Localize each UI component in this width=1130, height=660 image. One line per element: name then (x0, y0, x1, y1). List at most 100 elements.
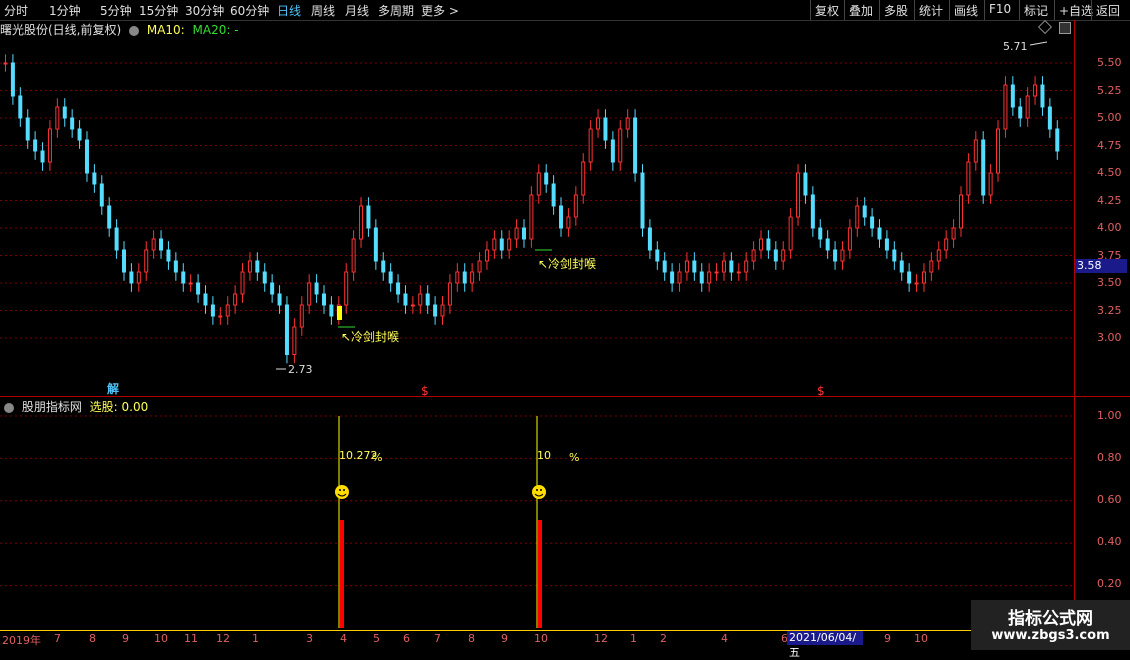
candle-body (225, 304, 230, 317)
signal-bar-1 (340, 520, 344, 628)
tab-5min[interactable]: 5分钟 (100, 2, 132, 19)
ma10-label: MA10: (146, 23, 185, 37)
tab-30min[interactable]: 30分钟 (185, 2, 224, 19)
candle-body (944, 238, 949, 251)
price-tick: 3.00 (1097, 331, 1122, 344)
dropdown-icon[interactable] (4, 402, 14, 413)
candle-body (707, 271, 712, 284)
candle-body (292, 326, 297, 355)
window-toggle-icon[interactable] (1059, 22, 1071, 34)
candle-body (699, 271, 704, 284)
candle-body (966, 161, 971, 196)
indicator-chart[interactable]: 10.272 % 10 % (0, 412, 1074, 630)
stats-button[interactable]: 统计 (914, 0, 947, 20)
candle-body (1025, 95, 1030, 119)
tab-daily[interactable]: 日线 (277, 2, 301, 19)
tab-60min[interactable]: 60分钟 (230, 2, 269, 19)
candle-body (321, 293, 326, 306)
high-price-label: 5.71 (1003, 40, 1028, 53)
candle-body (77, 128, 82, 141)
multi-stock-button[interactable]: 多股 (879, 0, 912, 20)
signal-pct-2: % (569, 451, 579, 464)
tab-multi-period[interactable]: 多周期 (378, 2, 414, 19)
tab-more[interactable]: 更多 > (421, 2, 459, 19)
f10-button[interactable]: F10 (984, 0, 1015, 20)
candle-body (425, 293, 430, 306)
candle-body (514, 227, 519, 240)
indicator-tick: 0.40 (1097, 535, 1122, 548)
candle-body (1033, 84, 1038, 97)
candle-body (981, 139, 986, 196)
candle-body (951, 227, 956, 240)
candle-body (344, 271, 349, 306)
candle-body (129, 271, 134, 284)
candle-body (410, 304, 415, 307)
indicator-tick: 0.20 (1097, 577, 1122, 590)
candle-body (55, 106, 60, 130)
candle-body (862, 205, 867, 218)
date-tick: 12 (594, 632, 608, 645)
price-tick: 4.50 (1097, 166, 1122, 179)
candle-body (521, 227, 526, 240)
candle-body (159, 238, 164, 251)
candle-body (618, 128, 623, 163)
overlay-button[interactable]: 叠加 (844, 0, 877, 20)
date-tick: 11 (184, 632, 198, 645)
back-button[interactable]: 返回 (1091, 0, 1124, 20)
tab-monthly[interactable]: 月线 (345, 2, 369, 19)
low-price-label: 2.73 (288, 363, 313, 376)
candle-body (462, 271, 467, 284)
period-toolbar: 分时 1分钟 5分钟 15分钟 30分钟 60分钟 日线 周线 月线 多周期 更… (0, 0, 1130, 21)
candle-body (470, 271, 475, 284)
price-gridlines (0, 62, 1074, 339)
tab-1min[interactable]: 1分钟 (49, 2, 81, 19)
date-tick: 4 (721, 632, 728, 645)
diamond-icon[interactable] (1037, 19, 1053, 35)
candle-body (855, 205, 860, 229)
draw-button[interactable]: 画线 (949, 0, 982, 20)
tab-intraday[interactable]: 分时 (4, 2, 28, 19)
tab-15min[interactable]: 15分钟 (139, 2, 178, 19)
candle-body (714, 271, 719, 274)
candle-body (455, 271, 460, 284)
mark-button[interactable]: 标记 (1019, 0, 1052, 20)
candle-body (1003, 84, 1008, 130)
candle-body (181, 271, 186, 284)
candle-body (810, 194, 815, 229)
adjust-button[interactable]: 复权 (810, 0, 843, 20)
candle-body (136, 271, 141, 284)
date-tick: 4 (340, 632, 347, 645)
candle-body (1047, 106, 1052, 130)
date-tick: 8 (89, 632, 96, 645)
candle-body (655, 249, 660, 262)
candle-body (477, 260, 482, 273)
candle-body (773, 249, 778, 262)
candle-body (47, 128, 52, 163)
price-tick: 5.00 (1097, 111, 1122, 124)
candle-body (766, 238, 771, 251)
dropdown-icon[interactable] (129, 25, 140, 36)
candle-body (492, 238, 497, 251)
main-chart-header: 曙光股份(日线,前复权) MA10: MA20: - (0, 21, 239, 37)
current-price-badge: 3.58 (1075, 259, 1127, 273)
candle-body (114, 227, 119, 251)
date-tick: 9 (501, 632, 508, 645)
price-tick: 4.75 (1097, 139, 1122, 152)
candle-body (210, 304, 215, 317)
tab-weekly[interactable]: 周线 (311, 2, 335, 19)
candle-body (736, 271, 741, 274)
candles (3, 54, 1060, 364)
watermark: 指标公式网 www.zbgs3.com (971, 600, 1130, 650)
dividend-marker-2: $ (817, 384, 825, 396)
candle-body (203, 293, 208, 306)
candle-body (833, 249, 838, 262)
candle-body (255, 260, 260, 273)
candle-body (729, 260, 734, 273)
date-tick: 2 (660, 632, 667, 645)
price-tick: 3.50 (1097, 276, 1122, 289)
price-tick: 5.50 (1097, 56, 1122, 69)
candle-body (847, 227, 852, 251)
candle-body (1040, 84, 1045, 108)
candlestick-chart[interactable]: 5.71 2.73 ↖冷剑封喉 ↖冷剑封喉 解 $ $ (0, 38, 1074, 396)
candle-body (381, 260, 386, 273)
